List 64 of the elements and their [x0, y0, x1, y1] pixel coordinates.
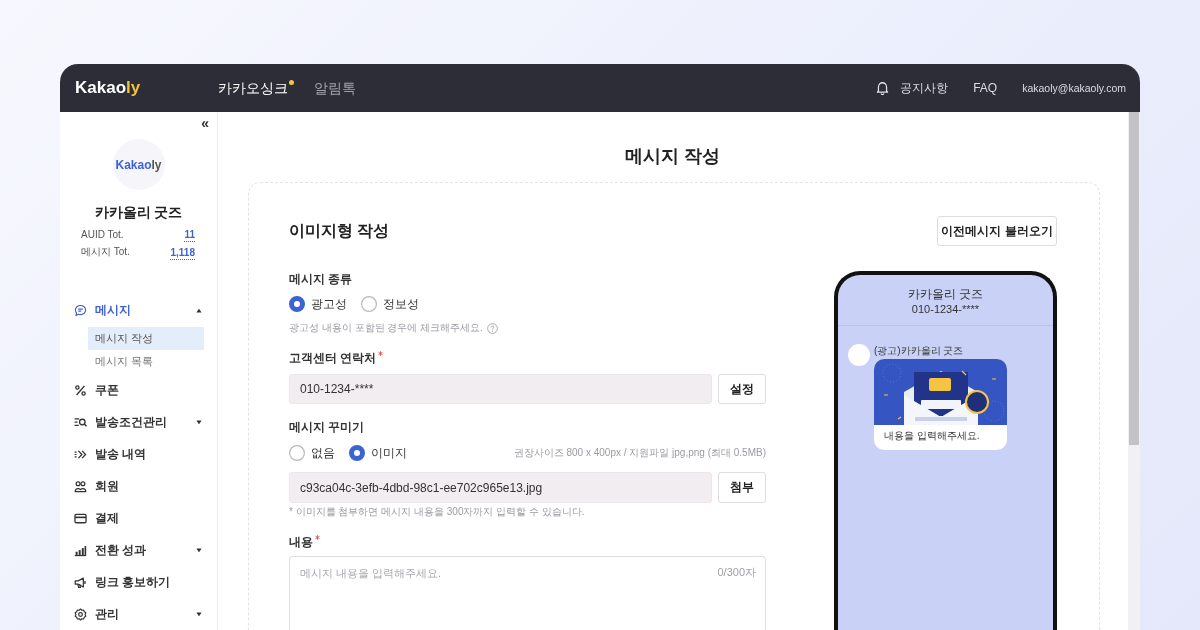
- radio-unselected-icon[interactable]: [289, 445, 305, 461]
- radio-selected-icon[interactable]: [289, 296, 305, 312]
- field-label: 메시지 종류: [289, 271, 353, 287]
- set-button[interactable]: 설정: [718, 374, 766, 404]
- radio-unselected-icon[interactable]: [361, 296, 377, 312]
- page-title: 메시지 작성: [624, 145, 722, 168]
- nav-tab[interactable]: 알림톡: [314, 79, 356, 97]
- sender-name: (광고)카카올리 굿즈: [874, 344, 965, 357]
- percent-icon: [74, 383, 87, 397]
- radio-option[interactable]: 없음: [289, 444, 335, 462]
- menu-item[interactable]: 링크 홍보하기: [60, 566, 217, 598]
- menu-item[interactable]: 발송조건관리: [60, 406, 217, 438]
- menu-item[interactable]: 결제: [60, 502, 217, 534]
- menu-item[interactable]: 발송 내역: [60, 438, 217, 470]
- credit-card-icon: [74, 511, 87, 525]
- radio-option[interactable]: 광고성: [289, 295, 347, 313]
- brand-logo: Kakaoly: [75, 78, 142, 98]
- field-label: 고객센터 연락처: [289, 350, 377, 366]
- chat-bubble-icon: [74, 303, 87, 317]
- megaphone-icon: [74, 575, 87, 589]
- menu-item[interactable]: 쿠폰: [60, 374, 217, 406]
- double-chevron-icon: [74, 447, 87, 461]
- attach-button[interactable]: 첨부: [718, 472, 766, 503]
- field-label: 메시지 꾸미기: [289, 419, 365, 435]
- bar-chart-icon: [74, 543, 87, 557]
- header-link[interactable]: 공지사항: [900, 79, 949, 97]
- brand-logo: Kakaoly: [112, 139, 165, 190]
- stat-value-link[interactable]: 11: [184, 228, 195, 240]
- load-previous-button[interactable]: 이전메시지 불러오기: [937, 216, 1057, 246]
- menu-item[interactable]: 관리: [60, 598, 217, 630]
- radio-option[interactable]: 이미지: [349, 444, 407, 462]
- shop-name: 카카올리 굿즈: [93, 204, 184, 221]
- size-spec-text: 권장사이즈 800 x 400px / 지원파일 jpg,png (최대 0.5MB): [513, 446, 766, 460]
- field-label: 내용: [289, 534, 313, 550]
- submenu-item[interactable]: 메시지 작성: [88, 327, 204, 350]
- phone-field[interactable]: 010-1234-****: [289, 374, 712, 404]
- people-icon: [74, 479, 87, 493]
- menu-item[interactable]: 회원: [60, 470, 217, 502]
- radio-selected-icon[interactable]: [349, 445, 365, 461]
- radio-option[interactable]: 정보성: [361, 295, 419, 313]
- stat-label: AUID Tot.: [81, 228, 124, 240]
- notification-bell-icon[interactable]: [876, 81, 890, 95]
- menu-item[interactable]: 메시지: [60, 294, 217, 326]
- menu-item[interactable]: 전환 성과: [60, 534, 217, 566]
- list-search-icon: [74, 415, 87, 429]
- help-icon[interactable]: [486, 322, 498, 334]
- header-link[interactable]: FAQ: [973, 81, 998, 95]
- bubble-text: 내용을 입력해주세요.: [883, 429, 981, 443]
- chat-phone-number: 010-1234-****: [910, 302, 981, 316]
- stat-value-link[interactable]: 1,118: [170, 246, 195, 258]
- file-name-field[interactable]: c93ca04c-3efb-4dbd-98c1-ee702c965e13.jpg: [289, 472, 712, 503]
- account-email[interactable]: kakaoly@kakaoly.com: [1022, 82, 1126, 94]
- chat-title: 카카올리 굿즈: [906, 286, 985, 302]
- char-counter: 0/300자: [717, 565, 756, 580]
- hint-text: 광고성 내용이 포함된 경우에 체크해주세요.: [289, 321, 483, 335]
- avatar-icon: [848, 344, 870, 366]
- section-title: 이미지형 작성: [289, 220, 390, 241]
- stat-label: 메시지 Tot.: [81, 245, 130, 259]
- submenu-item[interactable]: 메시지 목록: [88, 350, 204, 374]
- scrollbar-thumb[interactable]: [1129, 112, 1139, 445]
- collapse-button[interactable]: «: [201, 114, 209, 132]
- note-text: * 이미지를 첨부하면 메시지 내용을 300자까지 입력할 수 있습니다.: [289, 505, 586, 519]
- nav-tab[interactable]: 카카오싱크: [218, 79, 294, 97]
- settings-icon: [74, 607, 87, 621]
